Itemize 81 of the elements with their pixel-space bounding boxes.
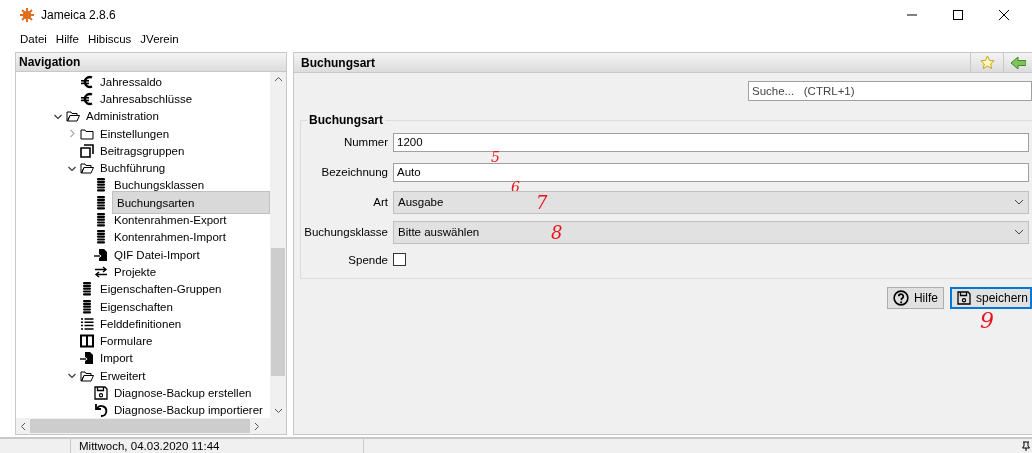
stack-icon xyxy=(94,213,108,227)
horizontal-scrollbar[interactable] xyxy=(16,418,286,434)
handwritten-number: 7 xyxy=(536,191,548,215)
search-field[interactable]: Suche... (CTRL+1) xyxy=(748,81,1032,101)
stack-icon xyxy=(80,282,94,297)
tree-item[interactable]: Diagnose-Backup importierer xyxy=(112,402,265,418)
tree-item[interactable]: Projekte xyxy=(112,263,159,280)
status-text: Mittwoch, 04.03.2020 11:44 xyxy=(71,439,364,453)
tree-item[interactable]: Eigenschaften xyxy=(98,298,175,315)
pin-icon xyxy=(1022,441,1030,451)
handwritten-number: 5 xyxy=(491,152,500,162)
panel-header: Buchungsart xyxy=(300,55,375,70)
tree-item[interactable]: Kontenrahmen-Import xyxy=(112,229,228,246)
euro-icon xyxy=(80,74,94,89)
tree-item[interactable]: Felddefinitionen xyxy=(98,315,184,332)
floppy-disk-icon xyxy=(956,291,971,305)
field-label: Nummer xyxy=(342,136,388,148)
chevron-icon[interactable] xyxy=(66,371,78,381)
tree-item[interactable]: Beitragsgruppen xyxy=(98,142,187,159)
scroll-down-icon[interactable] xyxy=(273,408,283,414)
star-icon xyxy=(979,55,995,70)
swap-arrows-icon xyxy=(94,264,108,279)
tree-item[interactable]: Jahressaldo xyxy=(98,73,164,90)
tree-item[interactable]: Administration xyxy=(84,108,161,125)
floppy-disk-icon xyxy=(94,386,108,400)
scroll-right-icon[interactable] xyxy=(254,421,260,431)
tree-item[interactable]: Diagnose-Backup erstellen xyxy=(112,385,254,401)
scroll-left-icon[interactable] xyxy=(20,421,26,431)
stack-icon xyxy=(94,178,108,193)
folder-icon xyxy=(80,126,94,141)
field-label: Bezeichnung xyxy=(320,166,388,178)
field-label: Art xyxy=(372,196,388,208)
columns-icon xyxy=(80,334,94,349)
action-button[interactable]: speichern xyxy=(949,287,1032,309)
restore-icon xyxy=(94,403,108,418)
import-icon xyxy=(94,247,108,262)
menu-item[interactable]: Hibiscus xyxy=(87,32,132,45)
import-icon xyxy=(80,351,94,366)
tree-item[interactable]: Buchungsklassen xyxy=(112,177,207,194)
checkbox[interactable] xyxy=(393,253,406,266)
caret-icon xyxy=(1014,229,1024,235)
handwritten-number: 8 xyxy=(551,221,563,245)
tree-item[interactable]: Formulare xyxy=(98,333,155,350)
menu-item[interactable]: JVerein xyxy=(140,32,179,45)
tree-item[interactable]: Kontenrahmen-Export xyxy=(112,212,229,228)
window-title: Jameica 2.8.6 xyxy=(41,8,116,22)
tree-item[interactable]: Eigenschaften-Gruppen xyxy=(98,281,224,298)
help-icon xyxy=(892,290,909,306)
folder-open-icon xyxy=(80,161,94,176)
panel-header: Navigation xyxy=(16,53,286,72)
action-button[interactable]: Hilfe xyxy=(886,287,944,309)
app-logo-icon xyxy=(19,7,35,23)
tree-item[interactable]: QIF Datei-Import xyxy=(112,246,202,263)
menu-item[interactable]: Datei xyxy=(20,32,47,45)
group-title: Buchungsart xyxy=(308,113,384,127)
input-field[interactable]: 1200 xyxy=(393,132,1029,152)
euro-icon xyxy=(80,91,94,106)
maximize-icon[interactable] xyxy=(952,9,964,21)
input-field[interactable]: Auto xyxy=(393,162,1029,182)
vertical-scrollbar[interactable] xyxy=(270,72,286,418)
tree-item[interactable]: Einstellungen xyxy=(98,125,172,142)
tree-item[interactable]: Jahresabschlüsse xyxy=(98,90,195,107)
tree-item[interactable]: Import xyxy=(98,350,135,367)
stack-icon xyxy=(94,195,108,210)
handwritten-number: 9 xyxy=(979,310,994,332)
field-label: Buchungsklasse xyxy=(303,226,388,238)
scroll-up-icon[interactable] xyxy=(273,76,283,82)
menu-item[interactable]: Hilfe xyxy=(55,32,79,45)
tree-item[interactable]: Buchführung xyxy=(98,160,168,177)
folder-open-icon xyxy=(66,109,80,124)
stack-icon xyxy=(80,299,94,314)
pages-icon xyxy=(80,143,94,158)
field-label: Spende xyxy=(347,253,388,266)
folder-open-icon xyxy=(80,368,94,383)
caret-icon xyxy=(1014,199,1024,205)
stack-icon xyxy=(94,230,108,245)
tree-item[interactable]: Erweitert xyxy=(98,367,148,384)
arrow-icon xyxy=(1010,55,1026,70)
close-icon[interactable] xyxy=(998,9,1010,21)
tree-item[interactable]: Buchungsarten xyxy=(112,191,270,215)
list-icon xyxy=(80,316,94,331)
